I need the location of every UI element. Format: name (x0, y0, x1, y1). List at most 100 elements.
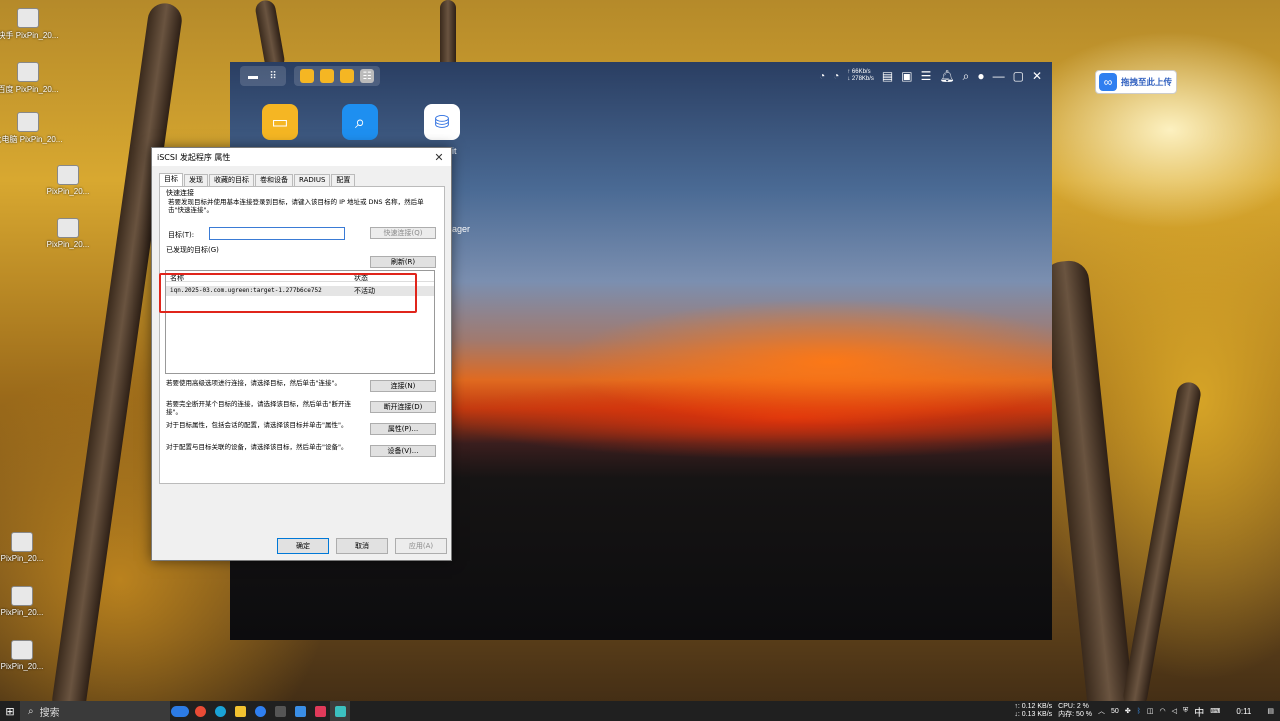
windows-start-icon[interactable]: ⊞ (0, 705, 20, 718)
nas-topbar: ▬ ⠿ ☷ ◔ ◔ ↑ 66Kb/s ↓ 278Kb/s ▤ ▣ ☰ 🔔︎ ⌕ ●… (230, 62, 1052, 90)
disconnect-desc: 若要完全断开某个目标的连接，请选择该目标，然后单击"断开连接"。 (166, 400, 351, 416)
temperature: 50 (1111, 707, 1119, 715)
folder-icon[interactable] (300, 69, 314, 83)
net-down: ↓: 0.13 KB/s (1014, 711, 1053, 718)
properties-desc: 对于目标属性，包括会话的配置，请选择该目标并单击"属性"。 (166, 421, 348, 429)
quick-connect-button[interactable]: 快速连接(Q) (370, 227, 436, 239)
cancel-button[interactable]: 取消 (336, 538, 388, 554)
search-icon: ⌕ (354, 111, 366, 132)
cpu-gauge-icon: ◔ (819, 70, 826, 82)
taskbar: ⊞ ⌕ 搜索 ↑: 0.12 KB/s ↓: 0.13 KB/s CPU: 2 %… (0, 701, 1280, 721)
taskbar-app[interactable] (170, 701, 190, 721)
taskbar-app[interactable] (210, 701, 230, 721)
discovered-targets-title: 已发现的目标(G) (166, 246, 219, 254)
desktop-icon[interactable]: PixPin_20... (0, 586, 44, 617)
keyboard-icon[interactable]: ⌨ (1210, 707, 1220, 715)
tab-targets[interactable]: 目标 (159, 173, 183, 186)
close-icon[interactable]: ✕ (427, 148, 451, 166)
notification-icon[interactable]: ▤ (1267, 707, 1274, 715)
connect-button[interactable]: 连接(N) (370, 380, 436, 392)
highlight-annotation (159, 273, 417, 313)
nas-open-apps: ☷ (294, 66, 380, 86)
desktop-icon[interactable]: 此电脑 PixPin_20... (0, 112, 62, 145)
apply-button[interactable]: 应用(A) (395, 538, 447, 554)
settings-app-icon[interactable]: ☷ (360, 69, 374, 83)
iscsi-dialog: iSCSI 发起程序 属性 ✕ 目标 发现 收藏的目标 卷和设备 RADIUS … (151, 147, 452, 561)
taskview-icon[interactable]: ▬ (246, 69, 260, 83)
devices-desc: 对于配置与目标关联的设备，请选择该目标，然后单击"设备"。 (166, 443, 348, 451)
desktop-icon[interactable]: PixPin_20... (46, 165, 90, 196)
tab-discovery[interactable]: 发现 (184, 174, 208, 186)
nas-app-disk[interactable]: ⛁ (424, 104, 460, 140)
chevron-up-icon[interactable]: ︿ (1098, 706, 1105, 716)
taskbar-app[interactable] (290, 701, 310, 721)
cloud-logo-icon: ∞ (1099, 73, 1117, 91)
taskbar-app[interactable] (330, 701, 350, 721)
taskbar-search[interactable]: ⌕ 搜索 (20, 701, 170, 721)
ok-button[interactable]: 确定 (277, 538, 329, 554)
taskbar-app[interactable] (230, 701, 250, 721)
taskbar-app[interactable] (310, 701, 330, 721)
task-icon[interactable]: ▤ (882, 69, 893, 83)
desktop-icon[interactable]: 快手 PixPin_20... (0, 8, 58, 41)
speed-up: ↑ 66Kb/s (847, 69, 871, 75)
bluetooth-icon[interactable]: ᛒ (1137, 708, 1141, 715)
desktop-icon[interactable]: PixPin_20... (0, 640, 44, 671)
nas-app-search[interactable]: ⌕ (342, 104, 378, 140)
clock[interactable]: 0:11 (1236, 707, 1251, 716)
quick-connect-title: 快速连接 (166, 189, 194, 197)
folder-icon[interactable] (320, 69, 334, 83)
desktop-icons: 快手 PixPin_20... 百度 PixPin_20... 此电脑 PixP… (0, 0, 95, 690)
speed-down: ↓ 278Kb/s (847, 76, 874, 82)
tray-app-icon[interactable]: ✤ (1125, 707, 1131, 715)
bell-icon[interactable]: 🔔︎ (939, 69, 954, 83)
search-icon: ⌕ (28, 705, 34, 717)
folder-icon: ▭ (271, 111, 289, 132)
search-icon[interactable]: ⌕ (963, 69, 970, 84)
tab-radius[interactable]: RADIUS (294, 174, 331, 186)
system-tray: ↑: 0.12 KB/s ↓: 0.13 KB/s CPU: 2 % 内存: 50 … (1014, 703, 1280, 719)
mem-usage: 内存: 50 % (1058, 711, 1093, 718)
wifi-icon[interactable]: ◠ (1160, 707, 1166, 715)
volume-icon[interactable]: ◁ (1172, 707, 1177, 715)
taskbar-app[interactable] (190, 701, 210, 721)
taskbar-app[interactable] (270, 701, 290, 721)
dialog-title: iSCSI 发起程序 属性 (157, 152, 231, 162)
nas-app-label: ager (452, 224, 471, 234)
quick-connect-desc: 若要发现目标并使用基本连接登录到目标，请键入该目标的 IP 地址或 DNS 名称… (168, 198, 424, 214)
properties-button[interactable]: 属性(P)... (370, 423, 436, 435)
ram-gauge-icon: ◔ (833, 70, 840, 82)
tab-volumes-devices[interactable]: 卷和设备 (255, 174, 293, 186)
tab-configuration[interactable]: 配置 (331, 174, 356, 186)
refresh-button[interactable]: 刷新(R) (370, 256, 436, 268)
search-placeholder: 搜索 (39, 707, 60, 719)
connect-desc: 若要使用高级选项进行连接，请选择目标，然后单击"连接"。 (166, 379, 341, 387)
network-icon[interactable]: ◫ (1147, 707, 1154, 715)
monitor-icon[interactable]: ▣ (901, 69, 912, 83)
dialog-titlebar: iSCSI 发起程序 属性 ✕ (152, 148, 451, 166)
taskbar-app[interactable] (250, 701, 270, 721)
target-label: 目标(T): (168, 231, 195, 239)
user-icon[interactable]: ● (977, 69, 984, 83)
tab-favorite-targets[interactable]: 收藏的目标 (209, 174, 254, 186)
devices-button[interactable]: 设备(V)... (370, 445, 436, 457)
drag-upload-button[interactable]: ∞ 拖拽至此上传 (1095, 70, 1177, 94)
disconnect-button[interactable]: 断开连接(D) (370, 401, 436, 413)
list-icon[interactable]: ☰ (921, 69, 932, 83)
desktop-icon[interactable]: 百度 PixPin_20... (0, 62, 58, 95)
desktop-icon[interactable]: PixPin_20... (0, 532, 44, 563)
nas-launcher-group: ▬ ⠿ (240, 66, 286, 86)
net-up: ↑: 0.12 KB/s (1014, 703, 1053, 710)
ime-indicator[interactable]: 中 (1194, 704, 1204, 719)
targets-tab-panel: 快速连接 若要发现目标并使用基本连接登录到目标，请键入该目标的 IP 地址或 D… (159, 186, 445, 484)
nas-app-folder[interactable]: ▭ (262, 104, 298, 140)
shield-icon[interactable]: ⛨ (1183, 707, 1188, 715)
desktop-icon[interactable]: PixPin_20... (46, 218, 90, 249)
disk-icon: ⛁ (434, 111, 450, 132)
folder-icon[interactable] (340, 69, 354, 83)
maximize-icon[interactable]: ▢ (1013, 69, 1024, 83)
close-icon[interactable]: ✕ (1032, 69, 1042, 83)
target-input[interactable] (209, 227, 345, 240)
minimize-icon[interactable]: — (993, 69, 1005, 83)
apps-grid-icon[interactable]: ⠿ (266, 69, 280, 83)
